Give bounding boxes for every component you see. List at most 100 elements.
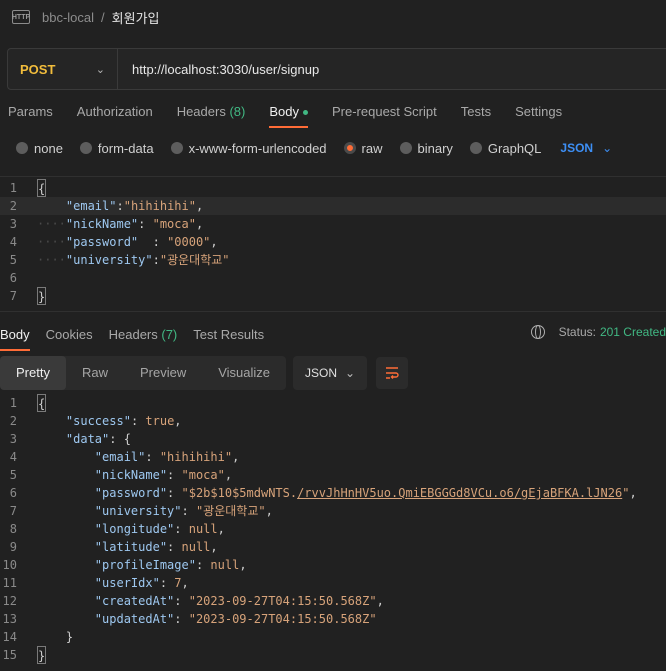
code-line: 7 "university": "광운대학교", (0, 502, 666, 520)
tab-authorization[interactable]: Authorization (77, 100, 153, 128)
json-value: "moca" (181, 468, 225, 482)
view-preview[interactable]: Preview (124, 356, 202, 390)
json-key: "university" (65, 253, 153, 267)
tab-label: Test Results (193, 327, 265, 342)
view-visualize[interactable]: Visualize (202, 356, 286, 390)
url-input[interactable]: http://localhost:3030/user/signup (132, 62, 319, 77)
globe-icon[interactable] (530, 325, 545, 339)
line-number: 5 (9, 468, 17, 482)
modified-dot-icon (302, 110, 308, 116)
resp-tab-test-results[interactable]: Test Results (193, 323, 264, 351)
status-code[interactable]: 201 Created (600, 325, 666, 339)
code-line: 3 ···· "nickName": "moca", (0, 215, 666, 233)
code-line: 6 (0, 269, 666, 287)
radio-label: x-www-form-urlencoded (188, 140, 327, 156)
line-number: 1 (9, 396, 17, 410)
line-number: 6 (9, 271, 17, 285)
radio-binary[interactable]: binary (399, 140, 453, 156)
body-language-select[interactable]: JSON ⌄ (560, 141, 612, 155)
json-key: "password" (65, 235, 139, 249)
json-value: "$2b$10$5mdwNTS. (181, 486, 298, 500)
response-body[interactable]: 1{ 2 "success": true, 3 "data": { 4 "ema… (0, 394, 666, 671)
code-line: 4 "email": "hihihihi", (0, 448, 666, 466)
body-type-radios: none form-data x-www-form-urlencoded raw… (16, 137, 612, 159)
code-line: 13 "updatedAt": "2023-09-27T04:15:50.568… (0, 610, 666, 628)
headers-count: (8) (229, 104, 246, 119)
json-value: null (181, 540, 211, 554)
tab-settings[interactable]: Settings (515, 100, 562, 128)
json-value: "0000" (167, 235, 211, 249)
line-number: 3 (9, 217, 17, 231)
tab-params[interactable]: Params (8, 100, 53, 128)
resp-tab-headers[interactable]: Headers (7) (109, 323, 178, 351)
tab-label: Params (8, 104, 53, 119)
chevron-down-icon: ⌄ (602, 141, 613, 155)
json-value: "광운대학교" (195, 504, 266, 518)
code-line: 2 "email": "hihihihi", (0, 197, 666, 215)
radio-label: raw (361, 140, 383, 156)
code-line: 7} (0, 287, 666, 305)
request-name[interactable]: 회원가입 (112, 8, 160, 27)
radio-label: GraphQL (487, 140, 542, 156)
chevron-down-icon: ⌄ (95, 63, 105, 76)
http-request-icon: HTTP (12, 10, 30, 24)
view-mode-segmented: Pretty Raw Preview Visualize (0, 356, 287, 390)
line-number: 7 (9, 289, 17, 303)
response-format-select[interactable]: JSON ⌄ (293, 356, 368, 390)
tab-label: Body (0, 327, 30, 342)
radio-graphql[interactable]: GraphQL (469, 140, 542, 156)
wrap-lines-icon[interactable] (376, 357, 409, 389)
response-status: Status: 201 Created (530, 325, 666, 339)
tab-label: Cookies (45, 327, 93, 342)
json-value: null (210, 558, 240, 572)
radio-raw[interactable]: raw (343, 140, 383, 156)
json-value: "2023-09-27T04:15:50.568Z" (188, 594, 377, 608)
view-pretty[interactable]: Pretty (0, 356, 66, 390)
breadcrumb: HTTP bbc-local / 회원가입 (0, 0, 666, 34)
code-line: 8 "longitude": null, (0, 520, 666, 538)
tab-label: Pre-request Script (331, 104, 437, 119)
line-number: 1 (9, 181, 17, 195)
tab-headers[interactable]: Headers (8) (177, 100, 246, 128)
line-number: 14 (2, 630, 17, 644)
line-number: 9 (9, 540, 17, 554)
json-value: "2023-09-27T04:15:50.568Z" (188, 612, 377, 626)
method-label: POST (20, 61, 56, 77)
tab-pre-request-script[interactable]: Pre-request Script (332, 100, 437, 128)
radio-icon (16, 142, 28, 154)
line-number: 6 (9, 486, 17, 500)
radio-icon (469, 142, 482, 154)
line-number: 10 (2, 558, 17, 572)
radio-label: none (34, 140, 63, 156)
code-line: 15} (0, 646, 666, 664)
line-number: 15 (2, 648, 17, 662)
radio-x-www-form-urlencoded[interactable]: x-www-form-urlencoded (170, 140, 327, 156)
radio-label: form-data (97, 140, 154, 156)
request-body-editor[interactable]: 1{ 2 "email": "hihihihi", 3 ···· "nickName"… (0, 176, 666, 312)
collection-name[interactable]: bbc-local (42, 10, 94, 25)
view-raw[interactable]: Raw (66, 356, 124, 390)
format-label: JSON (305, 366, 338, 380)
line-number: 11 (2, 576, 17, 590)
code-line: 4 ···· "password" : "0000", (0, 233, 666, 251)
radio-form-data[interactable]: form-data (79, 140, 154, 156)
json-value: "moca" (152, 217, 196, 231)
json-link[interactable]: /rvvJhHnHV5uo.QmiEBGGGd8VCu.o6/gEjaBFKA.… (297, 484, 622, 502)
close-brace: } (37, 287, 47, 305)
json-value: " (622, 486, 630, 500)
code-line: 3 "data": { (0, 430, 666, 448)
line-number: 4 (9, 450, 17, 464)
request-tabs: Params Authorization Headers (8) Body Pr… (0, 100, 578, 128)
method-select[interactable]: POST ⌄ (8, 49, 118, 89)
resp-tab-body[interactable]: Body (0, 323, 30, 351)
tab-body[interactable]: Body (269, 100, 308, 128)
chevron-down-icon: ⌄ (344, 366, 356, 380)
code-line: 5 ···· "university": "광운대학교" (0, 251, 666, 269)
radio-label: binary (417, 140, 453, 156)
code-line: 6 "password": "$2b$10$5mdwNTS./rvvJhHnHV… (0, 484, 666, 502)
code-line: 11 "userIdx": 7, (0, 574, 666, 592)
resp-tab-cookies[interactable]: Cookies (46, 323, 93, 351)
radio-none[interactable]: none (16, 141, 63, 156)
radio-selected-icon (343, 142, 356, 154)
tab-tests[interactable]: Tests (461, 100, 491, 128)
